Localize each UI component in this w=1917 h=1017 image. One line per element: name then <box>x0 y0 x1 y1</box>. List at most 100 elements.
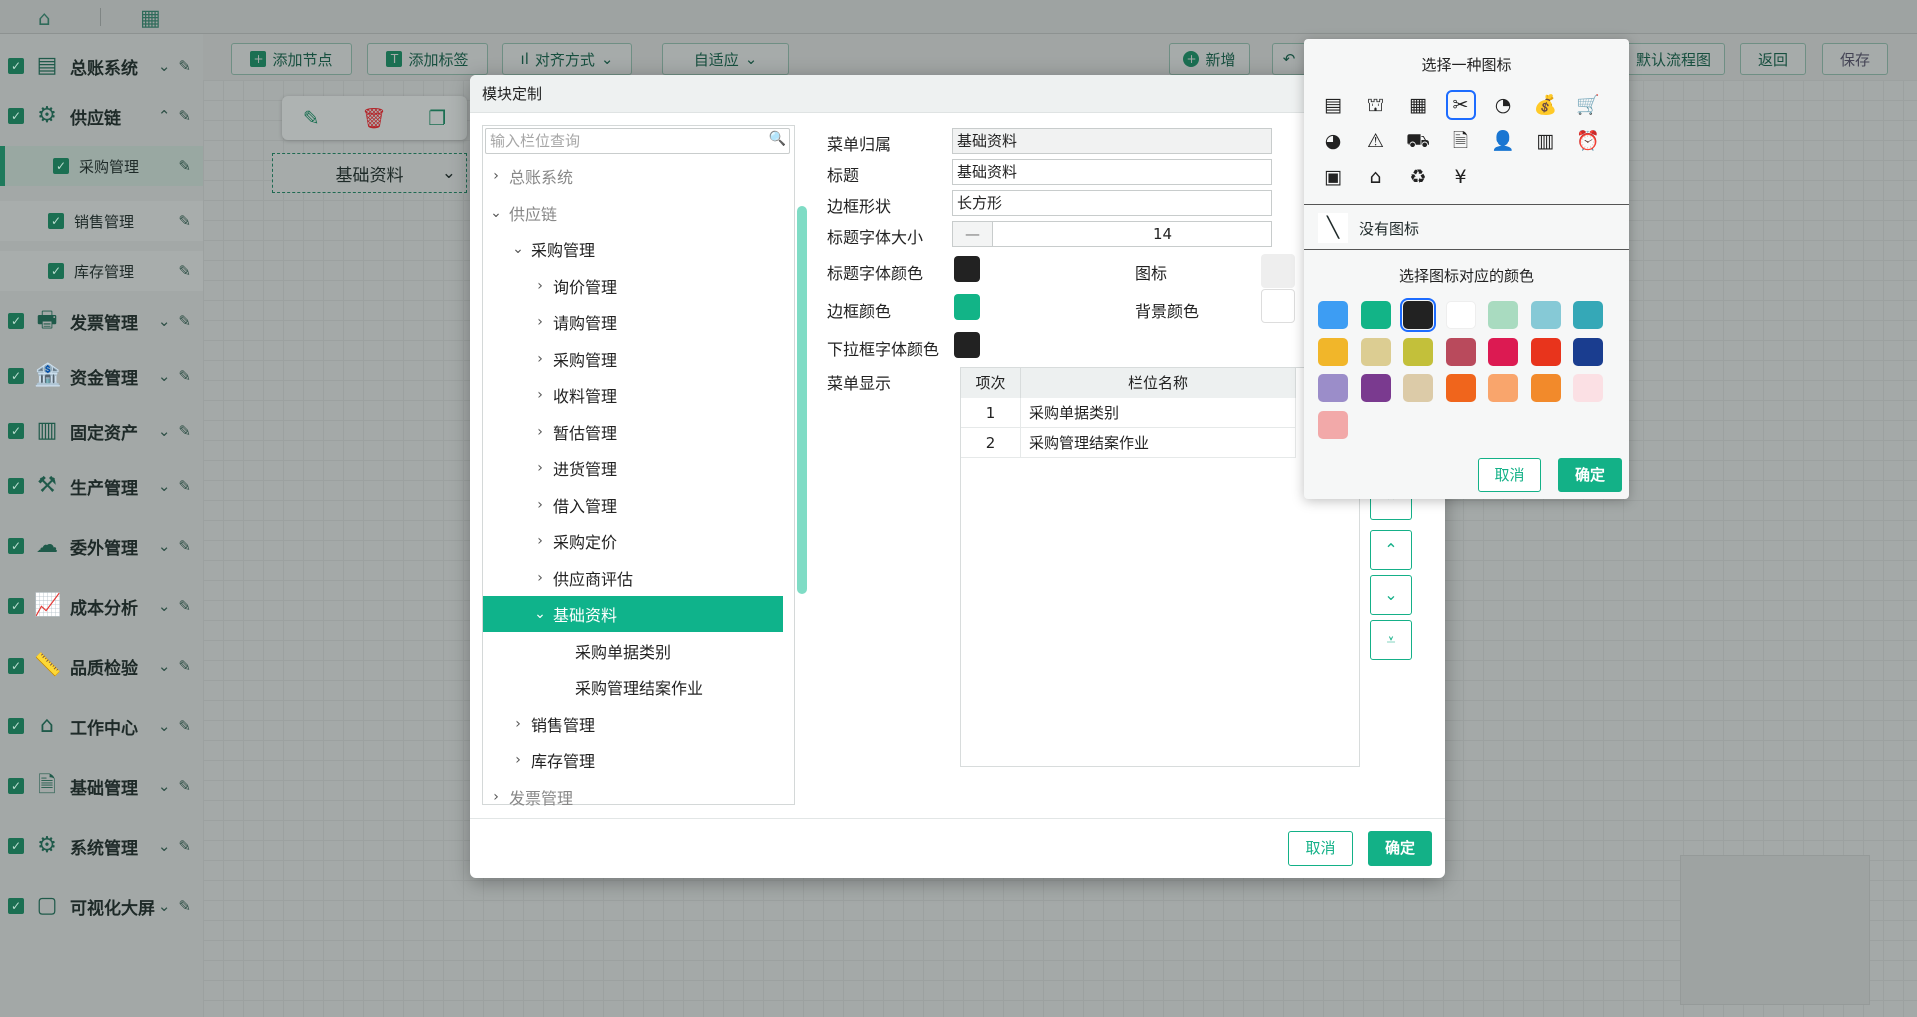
menu-owner-field[interactable]: 基础资料 <box>952 128 1272 154</box>
moneybag-icon[interactable]: 💰 <box>1531 90 1561 120</box>
checkbox[interactable]: ✓ <box>8 478 24 494</box>
edit-icon[interactable]: ✎ <box>178 312 191 330</box>
dialog-cancel-button[interactable]: 取消 <box>1288 831 1353 866</box>
tree-node[interactable]: › 总账系统 <box>483 158 783 194</box>
chevron-right-icon[interactable]: › <box>531 570 549 586</box>
tools-icon[interactable]: ✂ <box>1445 90 1476 120</box>
tree-node[interactable]: › 库存管理 <box>483 742 783 778</box>
tree-search-input[interactable] <box>485 128 790 154</box>
color-swatch[interactable] <box>1360 301 1391 329</box>
house-icon[interactable]: ⌂ <box>1361 162 1391 192</box>
chevron-right-icon[interactable]: › <box>509 752 527 768</box>
new-button[interactable]: + 新增 <box>1169 43 1250 75</box>
chevron-right-icon[interactable]: › <box>531 314 549 330</box>
sidebar-item[interactable]: ✓ 🏦 资金管理 ⌄ ✎ <box>0 356 203 396</box>
receipt-icon[interactable]: ▤ <box>1318 90 1348 120</box>
title-field[interactable]: 基础资料 <box>952 159 1272 185</box>
chevron-down-icon[interactable]: ⌄ <box>158 657 171 675</box>
color-swatch[interactable] <box>1530 374 1561 402</box>
add-tag-button[interactable]: T 添加标签 <box>367 43 488 75</box>
tree-node[interactable]: 采购管理结案作业 <box>483 669 783 705</box>
canvas-node[interactable]: 基础资料 ⌄ <box>272 153 467 193</box>
piechart-icon[interactable]: ◕ <box>1318 126 1348 156</box>
edit-icon[interactable]: ✎ <box>178 367 191 385</box>
sidebar-item[interactable]: ✓ 📈 成本分析 ⌄ ✎ <box>0 586 203 626</box>
sidebar-item[interactable]: ✓ 库存管理 ✎ <box>0 251 203 291</box>
tree-node[interactable]: ⌄ 基础资料 <box>483 596 783 632</box>
sidebar-item[interactable]: ✓ ▢ 可视化大屏 ⌄ ✎ <box>0 886 203 926</box>
color-swatch[interactable] <box>1318 410 1348 439</box>
edit-icon[interactable]: ✎ <box>178 477 191 495</box>
popup-confirm-button[interactable]: 确定 <box>1558 458 1622 492</box>
tree-node[interactable]: ⌄ 供应链 <box>483 195 783 231</box>
recycle-icon[interactable]: ♻ <box>1403 162 1433 192</box>
move-up-button[interactable]: ⌃ <box>1370 530 1412 570</box>
border-shape-select[interactable]: 长方形 <box>952 190 1272 216</box>
chevron-down-icon[interactable]: ⌄ <box>158 717 171 735</box>
delete-icon[interactable]: 🗑 <box>361 106 386 130</box>
grid-cell-name[interactable]: 采购管理结案作业 <box>1021 428 1296 458</box>
alarm-icon[interactable]: ⏰ <box>1573 126 1603 156</box>
color-swatch[interactable] <box>1318 301 1348 329</box>
sidebar-item[interactable]: ✓ 🗎 基础管理 ⌄ ✎ <box>0 766 203 806</box>
checkbox[interactable]: ✓ <box>8 898 24 914</box>
color-swatch[interactable] <box>1403 374 1433 402</box>
tree-node[interactable]: › 暂估管理 <box>483 414 783 450</box>
title-font-color-swatch[interactable] <box>954 256 980 282</box>
chevron-down-icon[interactable]: ⌄ <box>158 837 171 855</box>
chevron-right-icon[interactable]: › <box>531 278 549 294</box>
chevron-right-icon[interactable]: › <box>531 387 549 403</box>
checkbox[interactable]: ✓ <box>8 718 24 734</box>
grid-icon[interactable]: ▦ <box>140 6 161 31</box>
checkbox[interactable]: ✓ <box>8 368 24 384</box>
color-swatch[interactable] <box>1400 298 1436 332</box>
chevron-down-icon[interactable]: ⌄ <box>531 606 549 622</box>
color-swatch[interactable] <box>1573 301 1603 329</box>
tree-node[interactable]: › 收料管理 <box>483 377 783 413</box>
chevron-right-icon[interactable]: › <box>531 497 549 513</box>
checkbox[interactable]: ✓ <box>53 158 69 174</box>
contact-book-icon[interactable]: ▣ <box>1318 162 1348 192</box>
color-swatch[interactable] <box>1445 301 1476 329</box>
edit-icon[interactable]: ✎ <box>178 897 191 915</box>
border-color-swatch[interactable] <box>954 294 980 320</box>
chevron-down-icon[interactable]: ⌄ <box>487 205 505 221</box>
color-swatch[interactable] <box>1530 337 1561 366</box>
edit-icon[interactable]: ✎ <box>178 212 191 230</box>
sidebar-item[interactable]: ✓ ▤ 总账系统 ⌄ ✎ <box>0 46 203 86</box>
checkbox[interactable]: ✓ <box>8 538 24 554</box>
tree-node[interactable]: › 进货管理 <box>483 450 783 486</box>
color-swatch[interactable] <box>1445 337 1476 366</box>
stepper-minus-button[interactable]: — <box>953 222 993 246</box>
chevron-down-icon[interactable]: ⌄ <box>158 477 171 495</box>
checkbox[interactable]: ✓ <box>8 58 24 74</box>
checkbox[interactable]: ✓ <box>8 598 24 614</box>
edit-icon[interactable]: ✎ <box>178 777 191 795</box>
minimap[interactable] <box>1680 855 1870 1005</box>
color-swatch[interactable] <box>1488 337 1518 366</box>
chevron-right-icon[interactable]: › <box>531 351 549 367</box>
sidebar-item[interactable]: ✓ ⚙ 供应链 ⌃ ✎ <box>0 96 203 136</box>
no-icon-label[interactable]: 没有图标 <box>1359 218 1419 239</box>
checkbox[interactable]: ✓ <box>8 423 24 439</box>
edit-icon[interactable]: ✎ <box>178 597 191 615</box>
color-swatch[interactable] <box>1488 301 1518 329</box>
color-swatch[interactable] <box>1573 337 1603 366</box>
chevron-up-icon[interactable]: ⌃ <box>158 107 171 125</box>
align-dropdown[interactable]: ıl 对齐方式 ⌄ <box>502 43 632 75</box>
bg-color-swatch[interactable] <box>1261 289 1295 323</box>
color-swatch[interactable] <box>1360 337 1391 366</box>
tree-node[interactable]: › 采购定价 <box>483 523 783 559</box>
edit-icon[interactable]: ✎ <box>178 537 191 555</box>
icon-picker[interactable] <box>1261 254 1295 288</box>
undo-button[interactable]: ↶ <box>1272 43 1306 75</box>
tree-node[interactable]: › 发票管理 <box>483 779 783 815</box>
color-swatch[interactable] <box>1318 337 1348 366</box>
chevron-down-icon[interactable]: ⌄ <box>158 537 171 555</box>
checkbox[interactable]: ✓ <box>8 838 24 854</box>
copy-icon[interactable]: ❐ <box>428 106 446 130</box>
warning-icon[interactable]: ⚠ <box>1361 126 1391 156</box>
dialog-confirm-button[interactable]: 确定 <box>1368 831 1432 866</box>
sidebar-item[interactable]: ✓ ▥ 固定资产 ⌄ ✎ <box>0 411 203 451</box>
chevron-right-icon[interactable]: › <box>509 716 527 732</box>
